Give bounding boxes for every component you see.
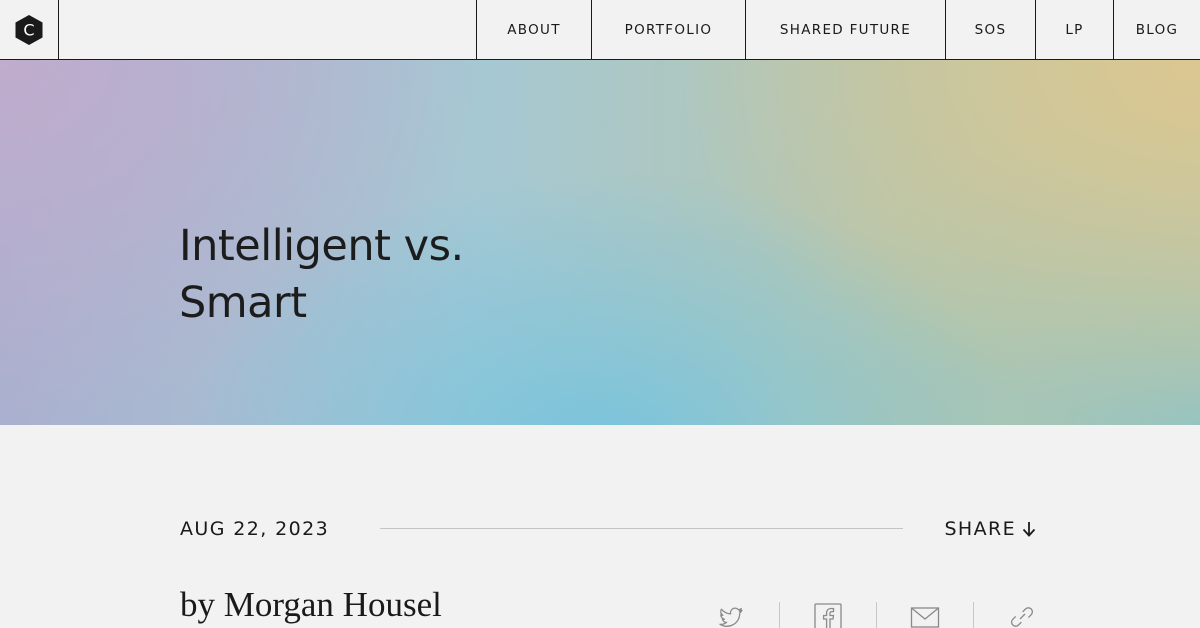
share-facebook-button[interactable] [797,598,859,628]
page-title: Intelligent vs. Smart [179,218,599,332]
social-share-bar [700,598,1053,628]
arrow-down-icon [1022,522,1036,537]
logo-link[interactable]: C [0,0,59,59]
svg-text:C: C [23,20,34,39]
social-separator [876,602,877,628]
nav-item-about[interactable]: ABOUT [476,0,591,59]
share-label: SHARE [944,518,1016,540]
nav-item-shared-future[interactable]: SHARED FUTURE [745,0,945,59]
social-separator [779,602,780,628]
post-author: by Morgan Housel [180,585,442,624]
share-email-button[interactable] [894,598,956,628]
hero-banner: Intelligent vs. Smart [0,60,1200,425]
nav-item-sos[interactable]: SOS [945,0,1035,59]
nav-item-lp[interactable]: LP [1035,0,1113,59]
page-title-line-2: Smart [179,278,307,328]
copy-link-button[interactable] [991,598,1053,628]
share-twitter-button[interactable] [700,598,762,628]
post-meta: AUG 22, 2023 SHARE [180,515,1036,543]
meta-divider [380,528,903,529]
logo-icon: C [15,14,43,45]
link-icon [1010,607,1034,627]
nav-links: ABOUT PORTFOLIO SHARED FUTURE SOS LP BLO… [476,0,1200,59]
page-title-line-1: Intelligent vs. [179,221,464,271]
top-nav: C ABOUT PORTFOLIO SHARED FUTURE SOS LP B… [0,0,1200,60]
social-separator [973,602,974,628]
post-date: AUG 22, 2023 [180,518,330,540]
email-icon [910,607,940,628]
nav-item-blog[interactable]: BLOG [1113,0,1200,59]
twitter-icon [719,607,743,627]
share-button[interactable]: SHARE [944,515,1036,543]
facebook-icon [814,603,842,628]
nav-item-portfolio[interactable]: PORTFOLIO [591,0,745,59]
